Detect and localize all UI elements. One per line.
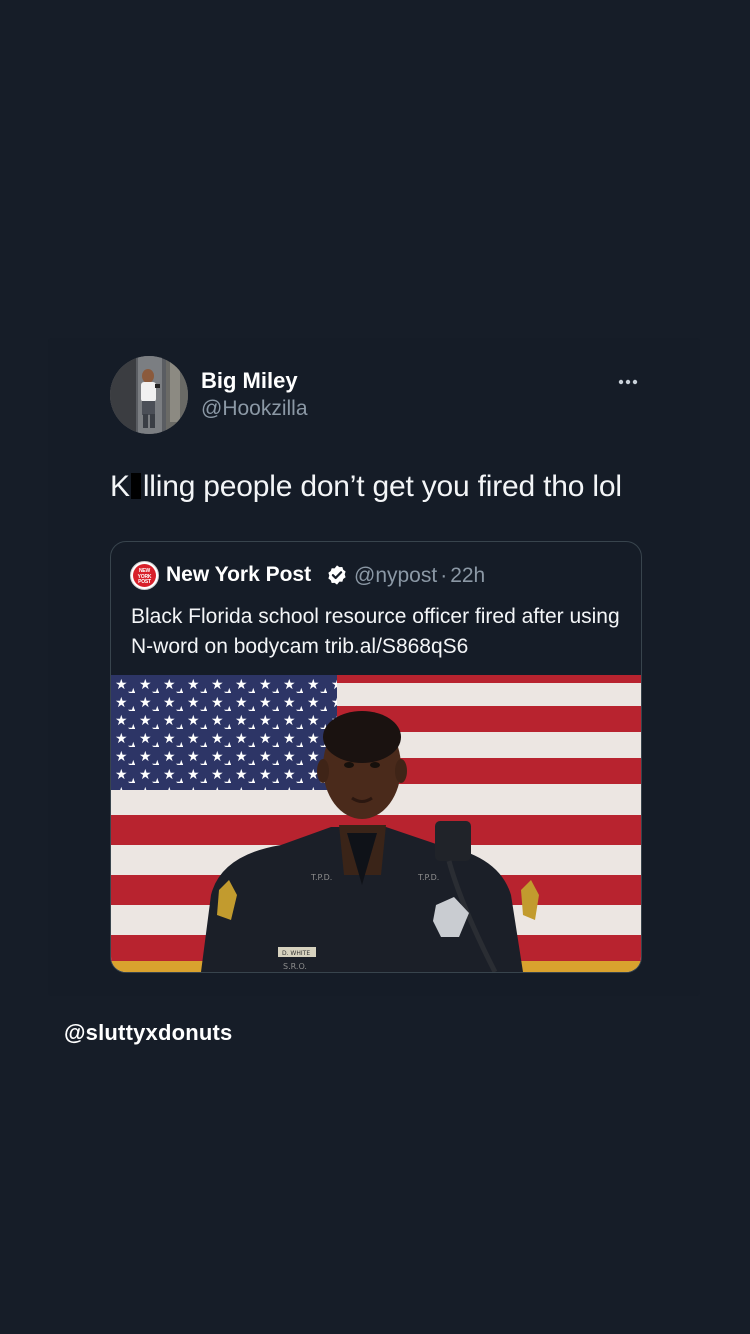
redaction-bar xyxy=(130,473,141,499)
collar-badge-right: T.P.D. xyxy=(417,873,439,882)
user-avatar-photo-icon xyxy=(110,356,188,434)
name-tag: D. WHITE xyxy=(282,950,310,957)
pocket-text: S.R.O. xyxy=(283,962,307,971)
more-horizontal-icon[interactable] xyxy=(612,370,644,394)
quoted-time[interactable]: 22h xyxy=(450,564,485,587)
quoted-handle[interactable]: @nypost xyxy=(354,564,437,587)
officer-portrait-flag-photo-icon[interactable]: ★ ★ D. WHITE T.P.D. T.P.D. S.R.O. xyxy=(111,675,641,972)
meta-separator: · xyxy=(440,564,448,587)
nypost-logo-text: NEW YORK POST xyxy=(133,564,156,587)
tweet-text-suffix: lling people don’t get you fired tho lol xyxy=(142,470,622,503)
avatar[interactable] xyxy=(110,356,188,434)
quoted-meta: @nypost · 22h xyxy=(354,564,485,588)
watermark: @sluttyxdonuts xyxy=(64,1020,233,1045)
verified-badge-icon xyxy=(328,565,346,585)
display-name[interactable]: Big Miley xyxy=(201,368,298,394)
quoted-tweet[interactable]: NEW YORK POST New York Post @nypost · 22h … xyxy=(110,541,642,973)
collar-badge-left: T.P.D. xyxy=(310,873,332,882)
tweet-text-prefix: K xyxy=(110,470,130,503)
nypost-logo-icon: NEW YORK POST xyxy=(130,561,159,590)
quoted-display-name[interactable]: New York Post xyxy=(166,563,311,587)
tweet-text: Klling people don’t get you fired tho lo… xyxy=(110,470,622,504)
quoted-text: Black Florida school resource officer fi… xyxy=(131,605,620,658)
user-handle[interactable]: @Hookzilla xyxy=(201,397,308,421)
